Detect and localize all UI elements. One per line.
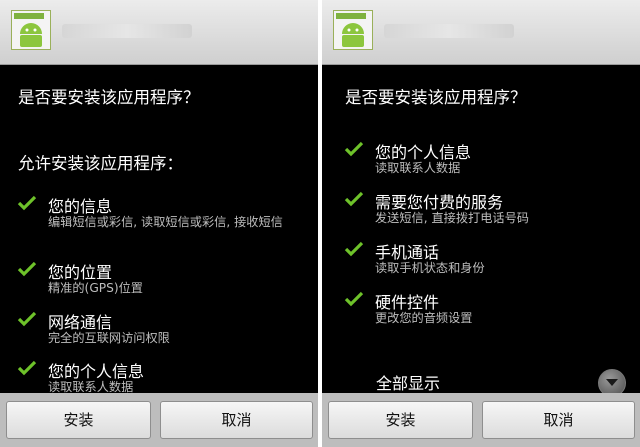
permission-title: 需要您付费的服务	[375, 193, 504, 212]
install-screen-right: 是否要安装该应用程序？ 您的个人信息 读取联系人数据 需要您付费的服务 发送短信…	[322, 0, 640, 447]
check-icon	[17, 261, 37, 277]
app-name-blurred	[62, 24, 192, 38]
permission-desc: 精准的(GPS)位置	[48, 281, 143, 295]
check-icon	[344, 141, 364, 157]
permission-desc: 更改您的音频设置	[375, 311, 473, 325]
permission-desc: 完全的互联网访问权限	[48, 331, 170, 345]
button-bar: 安装 取消	[322, 393, 640, 447]
permissions-heading: 允许安装该应用程序：	[18, 154, 183, 173]
permission-title: 您的位置	[48, 263, 113, 282]
check-icon	[17, 360, 37, 376]
app-name-blurred	[384, 24, 514, 38]
permission-title: 您的信息	[48, 197, 113, 216]
cancel-button[interactable]: 取消	[482, 401, 635, 439]
permission-title: 您的个人信息	[48, 362, 145, 381]
install-button[interactable]: 安装	[328, 401, 473, 439]
check-icon	[344, 241, 364, 257]
permission-desc: 编辑短信或彩信, 读取短信或彩信, 接收短信	[48, 215, 283, 229]
permission-title: 您的个人信息	[375, 143, 472, 162]
permission-desc: 读取联系人数据	[375, 161, 461, 175]
permission-desc: 发送短信, 直接拨打电话号码	[375, 211, 529, 225]
android-app-icon	[333, 10, 373, 50]
permission-title: 手机通话	[375, 243, 440, 262]
install-question: 是否要安装该应用程序？	[345, 88, 527, 107]
permission-desc: 读取手机状态和身份	[375, 261, 485, 275]
cancel-button[interactable]: 取消	[160, 401, 313, 439]
check-icon	[17, 311, 37, 327]
chevron-down-icon	[606, 379, 618, 386]
android-app-icon	[11, 10, 51, 50]
install-button[interactable]: 安装	[6, 401, 151, 439]
permission-title: 硬件控件	[375, 293, 440, 312]
install-screen-left: 是否要安装该应用程序？ 允许安装该应用程序： 您的信息 编辑短信或彩信, 读取短…	[0, 0, 318, 447]
install-question: 是否要安装该应用程序？	[18, 88, 200, 107]
permission-title: 网络通信	[48, 313, 113, 332]
check-icon	[344, 291, 364, 307]
check-icon	[17, 195, 37, 211]
check-icon	[344, 191, 364, 207]
title-bar	[322, 0, 640, 65]
show-all-link[interactable]: 全部显示	[376, 370, 440, 394]
title-bar	[0, 0, 318, 65]
button-bar: 安装 取消	[0, 393, 318, 447]
